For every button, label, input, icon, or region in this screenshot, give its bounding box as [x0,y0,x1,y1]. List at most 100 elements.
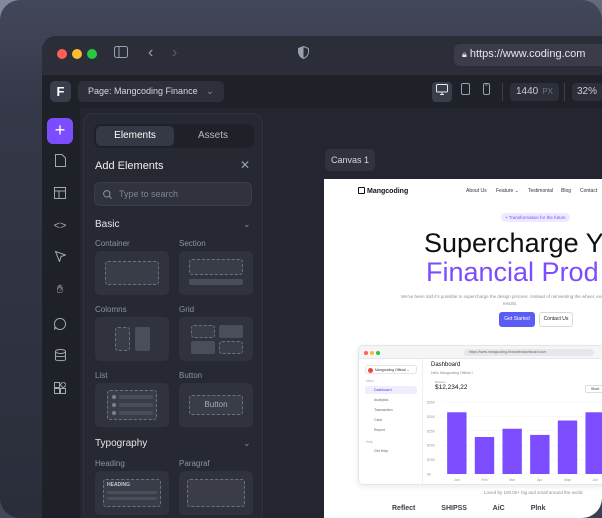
element-list[interactable] [95,383,169,427]
tab-elements[interactable]: Elements [96,126,174,146]
element-section[interactable] [179,251,253,295]
y-tick-label: $150 [427,458,435,462]
search-input[interactable]: Type to search [94,182,252,206]
cursor-icon[interactable] [47,245,73,271]
x-tick-label: Apr [537,478,543,482]
bar-apr [530,434,550,474]
element-heading[interactable]: HEADING [95,471,169,515]
hero-heading-line1: Supercharge Y [424,228,602,258]
button-preview: Button [189,395,243,415]
element-label-grid: Grid [179,305,195,314]
y-tick-label: $300 [427,415,435,419]
bar-may [557,420,578,474]
get-started-button[interactable]: Get Started [499,312,535,327]
components-icon[interactable] [47,377,73,403]
mockup-item-transaction: Transaction [374,408,393,412]
canvas-label[interactable]: Canvas 1 [325,149,376,171]
zoom-level[interactable]: 32% [572,83,602,101]
comment-icon[interactable] [47,313,73,339]
bar-mar [502,428,522,474]
device-frame: ‹ › 🔒︎ https://www.coding.com F Page: Ma… [0,0,602,518]
x-tick-label: Jun [592,478,598,482]
url-text: https://www.coding.com [469,48,586,60]
toolbar-divider [564,83,565,101]
mockup-item-get-help: Get Help [374,449,389,453]
canvas-width-input[interactable]: 1440 PX [510,83,559,101]
heading-preview-label: HEADING [107,482,131,488]
bar-jan [447,412,467,474]
brand-logos: Reflect SHIPSS AiC Plnk [392,505,569,512]
element-grid[interactable] [179,317,253,361]
section-typography[interactable]: Typography [95,438,147,449]
sidebar-toggle-icon[interactable] [114,46,128,61]
section-basic[interactable]: Basic [95,219,119,230]
minimize-window-button[interactable] [72,49,82,59]
layout-icon[interactable] [47,182,73,208]
browser-window: ‹ › 🔒︎ https://www.coding.com F Page: Ma… [42,36,602,518]
canvas-width-value: 1440 [516,86,539,97]
y-tick-label: $200 [427,444,435,448]
site-navbar: Mangcoding About Us Feature ⌄ Testimonia… [324,179,602,203]
mockup-item-card: Card [374,418,382,422]
element-label-paragraph: Paragraf [179,459,210,468]
hand-icon[interactable]: ✋︎ [47,276,73,302]
mockup-browser-bar: https://www.mangcoding-financeindashboar… [359,346,602,359]
website-preview[interactable]: Mangcoding About Us Feature ⌄ Testimonia… [324,179,602,518]
revenue-bar-chart: $0 $150 $200 $250 $300 $350 Jan Feb Mar Apr May Jun [427,401,602,482]
mockup-item-dashboard: Dashboard [365,386,417,394]
page-selector[interactable]: Page: Mangcoding Finance ⌄ [78,81,224,102]
element-button[interactable]: Button [179,383,253,427]
mobile-view-icon[interactable] [476,82,496,102]
address-bar[interactable]: 🔒︎ https://www.coding.com [454,44,602,66]
close-icon[interactable]: ✕ [240,158,250,172]
search-placeholder: Type to search [119,189,179,199]
mockup-sidebar: Mangcoding Official ⌄ Menu Dashboard Ana… [359,359,423,484]
y-tick-label: $0 [427,473,431,477]
database-icon[interactable] [47,345,73,371]
maximize-window-button[interactable] [87,49,97,59]
page-selector-label: Page: Mangcoding Finance [88,86,198,96]
contact-us-button[interactable]: Contact Us [539,312,573,327]
element-label-list: List [95,371,108,380]
hero-subtext: We've been told it's possible to superch… [400,294,602,306]
chevron-down-icon[interactable]: ⌄ [243,438,251,449]
hero-pill: + Transformation for the future [501,213,570,222]
nav-link-blog[interactable]: Blog [561,188,571,194]
app-logo[interactable]: F [50,81,71,102]
element-paragraph[interactable] [179,471,253,515]
element-label-heading: Heading [95,459,125,468]
shield-icon[interactable] [298,45,309,62]
search-icon [103,183,112,208]
desktop-view-icon[interactable] [432,82,452,102]
close-window-button[interactable] [57,49,67,59]
element-columns[interactable] [95,317,169,361]
panel-title: Add Elements [95,160,164,172]
y-tick-label: $250 [427,429,435,433]
tab-assets[interactable]: Assets [174,126,252,146]
element-label-container: Container [95,239,130,248]
y-tick-label: $350 [427,401,435,405]
bar-jun [585,412,602,474]
page-icon[interactable] [47,150,73,176]
brand-logo-1: Reflect [392,505,416,512]
app-toolbar: F Page: Mangcoding Finance ⌄ 1440 PX 32% [42,74,602,108]
chevron-down-icon[interactable]: ⌄ [243,219,251,230]
mockup-help-label: Help [366,440,373,444]
nav-link-feature[interactable]: Feature ⌄ [496,188,519,194]
panel-tabs: Elements Assets [94,124,254,148]
nav-link-about[interactable]: About Us [466,188,487,194]
code-icon[interactable]: <> [47,213,73,239]
tablet-view-icon[interactable] [455,82,475,102]
add-element-button[interactable]: + [47,118,73,144]
site-logo[interactable]: Mangcoding [358,187,408,195]
back-icon[interactable]: ‹ [148,44,153,62]
avatar [368,367,373,373]
element-container[interactable] [95,251,169,295]
mockup-title: Dashboard [431,362,461,368]
nav-link-testimonial[interactable]: Testimonial [528,188,553,194]
mockup-subtitle: Hello Mangcoding Official ! [431,371,473,375]
mockup-item-analytics: Analytics [374,398,389,402]
x-tick-label: Feb [481,478,487,482]
nav-link-contact[interactable]: Contact [580,188,597,194]
forward-icon[interactable]: › [172,44,177,62]
